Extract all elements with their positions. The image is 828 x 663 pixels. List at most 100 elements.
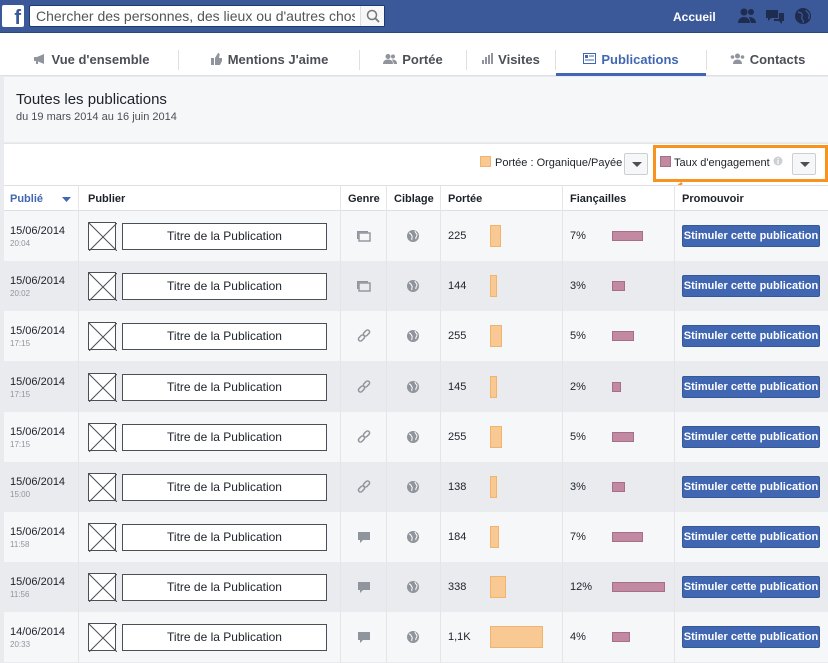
post-thumbnail[interactable] <box>88 423 118 453</box>
post-date: 15/06/2014 <box>10 376 66 388</box>
reach-legend-swatch <box>480 156 491 167</box>
post-thumbnail[interactable] <box>88 373 118 403</box>
engagement-value: 2% <box>570 381 586 393</box>
tab-likes[interactable]: Mentions J'aime <box>179 33 359 76</box>
reach-bar <box>490 626 543 648</box>
thumbnail-placeholder-icon <box>88 523 118 553</box>
list-icon <box>583 53 597 65</box>
post-time: 17:15 <box>10 440 31 449</box>
thumbs-up-icon <box>210 52 222 65</box>
megaphone-icon <box>33 53 44 64</box>
boost-post-button[interactable]: Stimuler cette publication <box>682 376 820 398</box>
post-title-link[interactable]: Titre de la Publication <box>122 524 327 551</box>
col-published[interactable]: Publié <box>10 193 43 205</box>
search-button[interactable] <box>360 6 384 26</box>
tab-label: Contacts <box>749 52 806 67</box>
post-time: 17:15 <box>10 390 31 399</box>
post-date: 14/06/2014 <box>10 626 66 638</box>
post-thumbnail[interactable] <box>88 623 118 653</box>
post-thumbnail[interactable] <box>88 473 118 503</box>
post-thumbnail[interactable] <box>88 272 118 302</box>
engagement-value: 3% <box>570 280 586 292</box>
status-icon <box>358 532 370 543</box>
post-title-link[interactable]: Titre de la Publication <box>122 323 327 350</box>
post-date: 15/06/2014 <box>10 426 66 438</box>
boost-post-button[interactable]: Stimuler cette publication <box>682 476 820 498</box>
boost-post-button[interactable]: Stimuler cette publication <box>682 426 820 448</box>
thumbnail-placeholder-icon <box>88 623 118 653</box>
engagement-bar <box>612 532 643 542</box>
messages-icon[interactable] <box>764 6 786 26</box>
reach-metric-dropdown[interactable] <box>624 153 648 175</box>
post-title-link[interactable]: Titre de la Publication <box>122 624 327 651</box>
table-row: 15/06/2014 11:58 Titre de la Publication 18… <box>4 512 828 562</box>
search-input[interactable] <box>30 6 355 26</box>
post-time: 11:56 <box>10 590 30 599</box>
table-row: 15/06/2014 20:04 Titre de la Publication 22… <box>4 211 828 261</box>
post-title-link[interactable]: Titre de la Publication <box>122 474 327 501</box>
post-title-link[interactable]: Titre de la Publication <box>122 574 327 601</box>
globe-icon[interactable] <box>792 6 814 26</box>
tab-contacts[interactable]: Contacts <box>707 33 828 76</box>
boost-post-button[interactable]: Stimuler cette publication <box>682 275 820 297</box>
post-time: 20:02 <box>10 289 31 298</box>
post-date: 15/06/2014 <box>10 476 66 488</box>
reach-value: 255 <box>448 330 467 342</box>
post-time: 15:00 <box>10 490 31 499</box>
engagement-bar <box>612 632 630 642</box>
post-thumbnail[interactable] <box>88 222 118 252</box>
photo-icon <box>357 281 371 292</box>
post-date: 15/06/2014 <box>10 225 66 237</box>
boost-post-button[interactable]: Stimuler cette publication <box>682 325 820 347</box>
post-thumbnail[interactable] <box>88 523 118 553</box>
globe-icon <box>407 631 419 643</box>
reach-value: 144 <box>448 280 467 292</box>
engagement-highlight <box>653 145 828 182</box>
globe-icon <box>407 280 419 292</box>
post-date: 15/06/2014 <box>10 576 66 588</box>
tab-visits[interactable]: Visites <box>467 33 555 76</box>
people-icon <box>383 53 398 64</box>
col-targeting: Ciblage <box>394 193 434 205</box>
table-row: 15/06/2014 11:56 Titre de la Publication 33… <box>4 562 828 612</box>
reach-value: 138 <box>448 481 467 493</box>
post-title-link[interactable]: Titre de la Publication <box>122 374 327 401</box>
table-row: 15/06/2014 17:15 Titre de la Publication 25… <box>4 311 828 361</box>
engagement-value: 3% <box>570 481 586 493</box>
thumbnail-placeholder-icon <box>88 322 118 352</box>
post-thumbnail[interactable] <box>88 573 118 603</box>
link-icon <box>357 380 371 393</box>
boost-post-button[interactable]: Stimuler cette publication <box>682 626 820 648</box>
boost-post-button[interactable]: Stimuler cette publication <box>682 576 820 598</box>
post-title-link[interactable]: Titre de la Publication <box>122 223 327 250</box>
friends-icon[interactable] <box>736 6 758 26</box>
page-title: Toutes les publications <box>16 91 167 108</box>
sort-desc-icon[interactable] <box>62 197 71 202</box>
date-range: du 19 mars 2014 au 16 juin 2014 <box>16 111 177 123</box>
tab-overview[interactable]: Vue d'ensemble <box>4 33 178 76</box>
table-header: Publié Publier Genre Ciblage Portée Fian… <box>4 185 828 211</box>
table-row: 15/06/2014 15:00 Titre de la Publication 13… <box>4 462 828 512</box>
engagement-bar <box>612 582 665 592</box>
engagement-bar <box>612 482 626 492</box>
reach-bar <box>490 325 503 347</box>
reach-value: 184 <box>448 531 467 543</box>
tab-label: Visites <box>498 52 540 67</box>
tab-reach[interactable]: Portée <box>360 33 466 76</box>
link-icon <box>357 480 371 493</box>
post-title-link[interactable]: Titre de la Publication <box>122 424 327 451</box>
post-time: 20:04 <box>10 239 31 248</box>
facebook-logo[interactable]: f <box>2 5 24 27</box>
post-thumbnail[interactable] <box>88 322 118 352</box>
home-link[interactable]: Accueil <box>673 10 716 24</box>
globe-icon <box>407 581 419 593</box>
globe-icon <box>407 381 419 393</box>
publications-header: Toutes les publications du 19 mars 2014 … <box>4 77 828 142</box>
boost-post-button[interactable]: Stimuler cette publication <box>682 225 820 247</box>
boost-post-button[interactable]: Stimuler cette publication <box>682 526 820 548</box>
search-box[interactable] <box>29 5 385 27</box>
thumbnail-placeholder-icon <box>88 272 118 302</box>
tab-publications[interactable]: Publications <box>556 33 706 76</box>
post-time: 11:58 <box>10 540 30 549</box>
post-title-link[interactable]: Titre de la Publication <box>122 273 327 300</box>
